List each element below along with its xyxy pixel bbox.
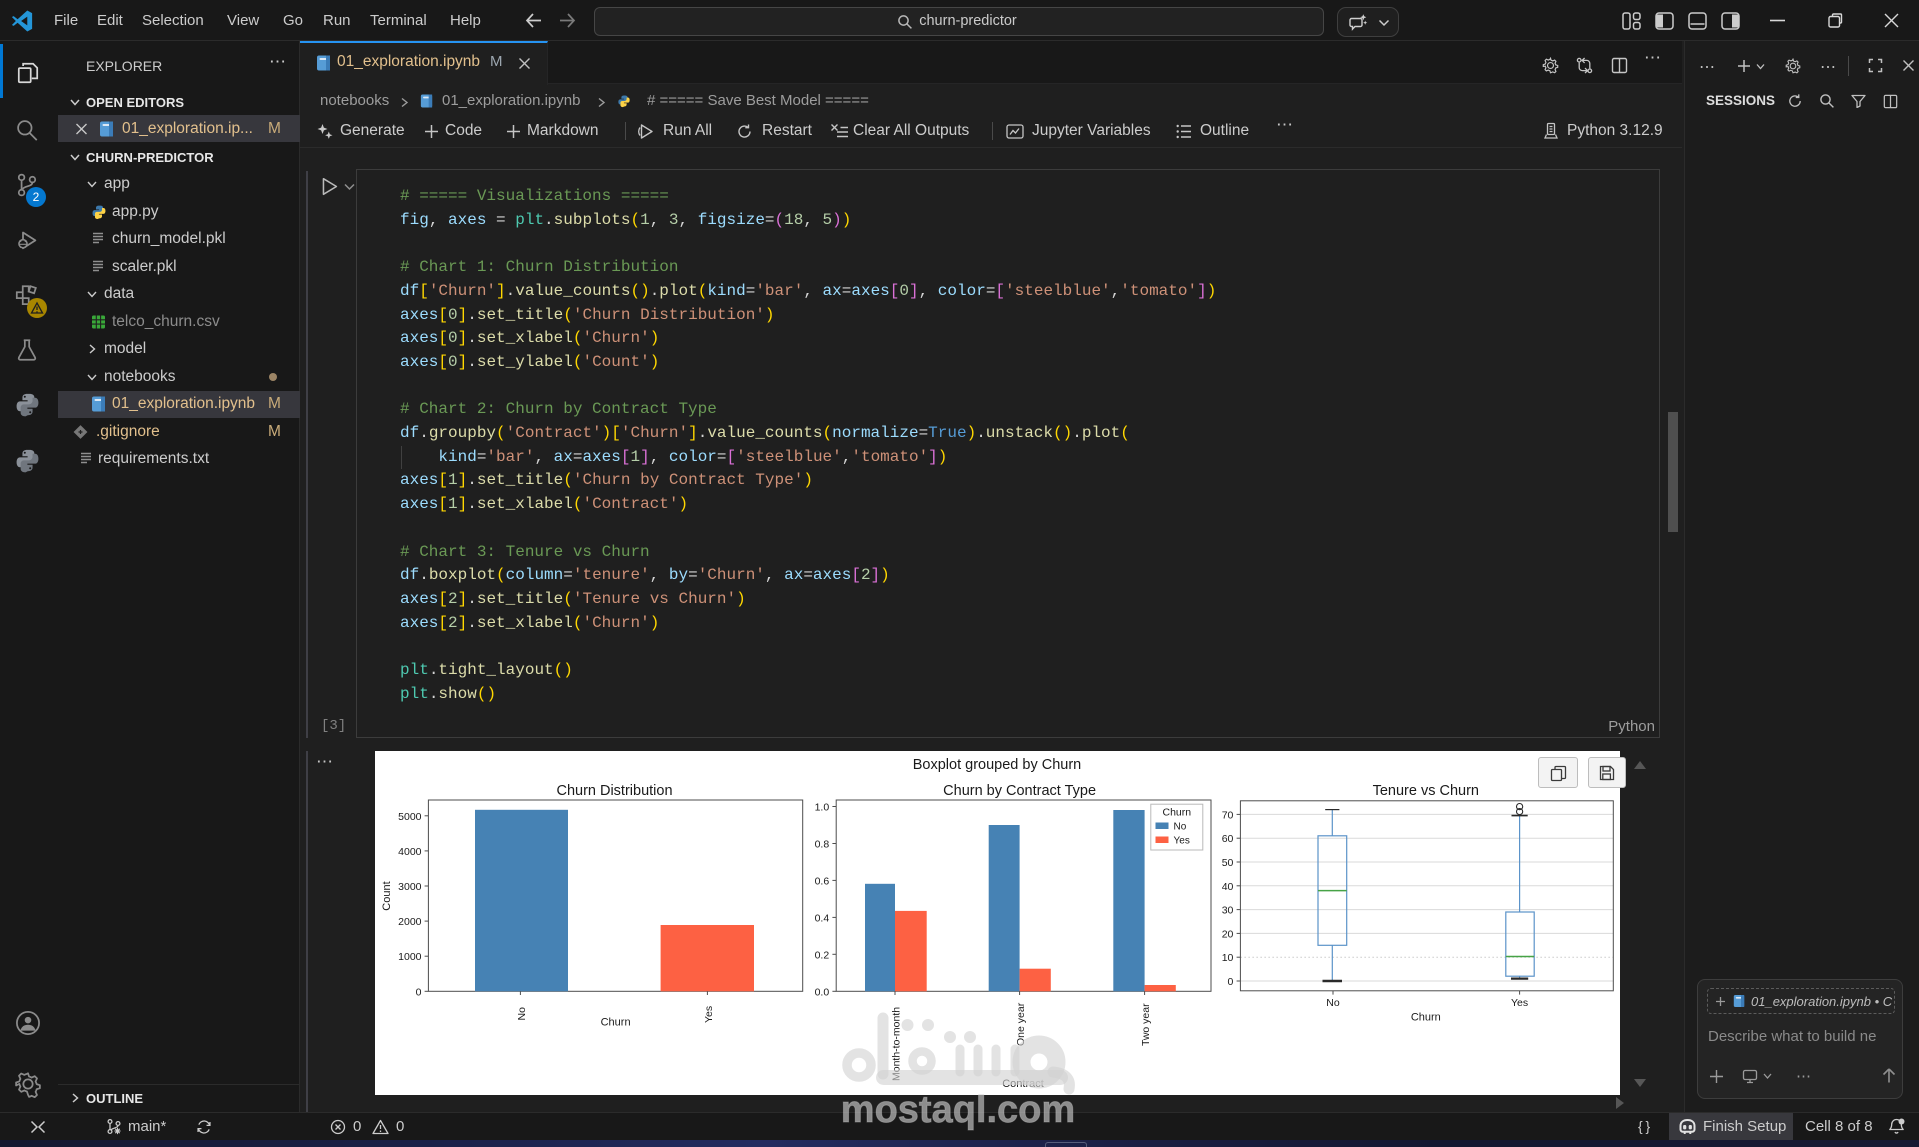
svg-text:4000: 4000 (398, 846, 422, 858)
svg-text:0.4: 0.4 (815, 912, 830, 924)
svg-text:2000: 2000 (398, 916, 422, 928)
svg-text:5000: 5000 (398, 811, 422, 823)
svg-text:Yes: Yes (1174, 836, 1190, 847)
svg-text:Two year: Two year (1140, 1003, 1152, 1046)
svg-text:Churn by Contract Type: Churn by Contract Type (943, 783, 1096, 799)
svg-text:Yes: Yes (1511, 997, 1528, 1009)
svg-text:60: 60 (1222, 833, 1234, 845)
svg-text:20: 20 (1222, 928, 1234, 940)
svg-text:1.0: 1.0 (815, 802, 830, 814)
svg-text:0: 0 (1228, 976, 1234, 988)
svg-text:Churn: Churn (601, 1017, 631, 1029)
svg-text:No: No (1326, 997, 1340, 1009)
svg-text:0: 0 (416, 986, 422, 998)
svg-text:Churn: Churn (1162, 807, 1191, 819)
svg-text:0.6: 0.6 (815, 875, 830, 887)
svg-text:3000: 3000 (398, 881, 422, 893)
svg-text:Month-to-month: Month-to-month (891, 1007, 903, 1081)
svg-text:40: 40 (1222, 881, 1234, 893)
svg-text:1000: 1000 (398, 951, 422, 963)
svg-text:0.8: 0.8 (815, 839, 830, 851)
svg-text:10: 10 (1222, 952, 1234, 964)
svg-text:Churn: Churn (1411, 1012, 1441, 1024)
svg-text:30: 30 (1222, 905, 1234, 917)
svg-text:0.2: 0.2 (815, 949, 830, 961)
svg-text:No: No (1174, 822, 1187, 833)
svg-text:70: 70 (1222, 809, 1234, 821)
svg-text:Tenure vs Churn: Tenure vs Churn (1373, 783, 1479, 799)
svg-text:One year: One year (1015, 1002, 1027, 1046)
svg-text:No: No (516, 1007, 528, 1021)
svg-text:50: 50 (1222, 857, 1234, 869)
svg-text:Yes: Yes (703, 1006, 715, 1023)
svg-text:Count: Count (381, 881, 393, 910)
svg-text:0.0: 0.0 (815, 986, 830, 998)
svg-text:Boxplot grouped by Churn: Boxplot grouped by Churn (913, 757, 1081, 773)
svg-text:Contract: Contract (1002, 1078, 1044, 1090)
svg-text:Churn Distribution: Churn Distribution (556, 783, 672, 799)
